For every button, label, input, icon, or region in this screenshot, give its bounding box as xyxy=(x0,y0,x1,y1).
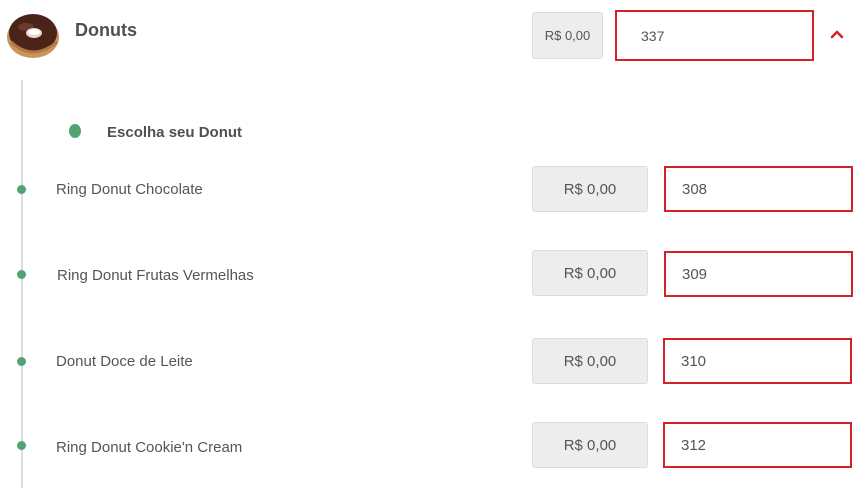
category-price: R$ 0,00 xyxy=(532,12,603,59)
item-price: R$ 0,00 xyxy=(532,338,648,384)
item-code-field[interactable]: 308 xyxy=(664,166,853,212)
timeline-line xyxy=(21,80,23,488)
item-name: Ring Donut Chocolate xyxy=(56,181,203,198)
chevron-up-icon[interactable] xyxy=(828,27,846,41)
item-code-field[interactable]: 309 xyxy=(664,251,853,297)
timeline-dot xyxy=(17,185,26,194)
item-code-field[interactable]: 310 xyxy=(663,338,852,384)
donut-image xyxy=(5,6,61,60)
group-bullet-icon xyxy=(69,124,81,138)
item-name: Ring Donut Cookie'n Cream xyxy=(56,439,243,456)
item-price: R$ 0,00 xyxy=(532,422,648,468)
timeline-dot xyxy=(17,270,26,279)
item-price: R$ 0,00 xyxy=(532,166,648,212)
group-label: Escolha seu Donut xyxy=(107,124,243,141)
item-name: Ring Donut Frutas Vermelhas xyxy=(57,267,254,284)
category-code-field[interactable]: 337 xyxy=(615,10,814,61)
item-price: R$ 0,00 xyxy=(532,250,648,296)
timeline-dot xyxy=(17,441,26,450)
item-name: Donut Doce de Leite xyxy=(56,353,193,370)
category-title: Donuts xyxy=(75,20,137,40)
item-code-field[interactable]: 312 xyxy=(663,422,852,468)
timeline-dot xyxy=(17,357,26,366)
